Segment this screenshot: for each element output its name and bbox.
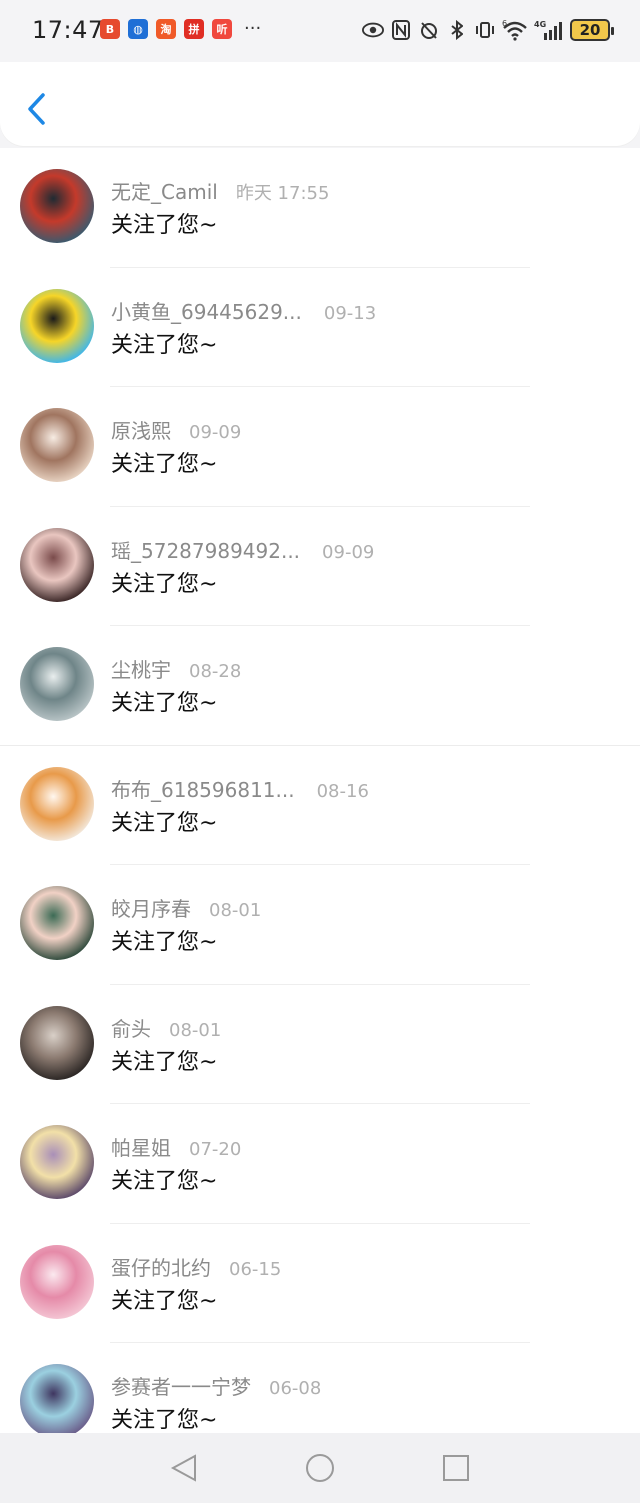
cellular-signal-icon: 4G	[534, 19, 564, 41]
user-name[interactable]: 小黄鱼_69445629...	[111, 296, 302, 325]
chevron-left-icon	[28, 93, 45, 125]
notification-message: 关注了您~	[111, 930, 218, 955]
notification-message: 关注了您~	[111, 691, 218, 716]
notification-message: 关注了您~	[111, 571, 218, 597]
list-item[interactable]: 皎月序春 08-01 关注了您~	[0, 865, 640, 985]
avatar[interactable]	[20, 647, 94, 721]
avatar[interactable]	[20, 288, 94, 363]
timestamp: 09-13	[323, 302, 377, 324]
timestamp: 昨天 17:55	[235, 183, 330, 204]
nav-recents-button[interactable]	[438, 1450, 474, 1486]
square-recents-icon	[443, 1455, 469, 1481]
back-button[interactable]	[18, 86, 54, 132]
app-notification-icon: B	[100, 19, 120, 39]
notification-message: 关注了您~	[111, 332, 218, 358]
user-name[interactable]: 无定_Camil	[111, 176, 218, 205]
name-date-line: 尘桃宇 08-28	[111, 654, 241, 683]
timestamp: 08-01	[209, 900, 262, 921]
battery-indicator: 20	[570, 19, 614, 41]
timestamp: 06-15	[229, 1258, 282, 1280]
user-name[interactable]: 布布_618596811...	[111, 774, 295, 803]
list-item[interactable]: 蛋仔的北约 06-15 关注了您~	[0, 1224, 640, 1343]
app-notification-icon: ◍	[128, 19, 148, 39]
user-name[interactable]: 原浅熙	[111, 415, 171, 444]
name-date-line: 参赛者一一宁梦 06-08	[111, 1371, 321, 1400]
avatar[interactable]	[20, 527, 94, 602]
notification-message: 关注了您~	[111, 810, 218, 836]
timestamp: 06-08	[269, 1378, 322, 1399]
circle-home-icon	[306, 1454, 334, 1482]
svg-text:4G: 4G	[534, 20, 546, 29]
list-item[interactable]: 帕星姐 07-20 关注了您~	[0, 1104, 640, 1224]
notification-message: 关注了您~	[111, 452, 218, 477]
list-item[interactable]: 小黄鱼_69445629... 09-13 关注了您~	[0, 268, 640, 387]
more-notifications-icon: ···	[244, 18, 262, 39]
name-date-line: 皎月序春 08-01	[111, 893, 261, 922]
list-item[interactable]: 瑶_57287989492... 09-09 关注了您~	[0, 507, 640, 626]
notification-message: 关注了您~	[111, 1288, 218, 1314]
user-name[interactable]: 参赛者一一宁梦	[111, 1371, 251, 1400]
notification-message: 关注了您~	[111, 1169, 218, 1194]
name-date-line: 蛋仔的北约 06-15	[111, 1252, 281, 1281]
eye-icon	[362, 19, 384, 41]
name-date-line: 瑶_57287989492... 09-09	[111, 535, 374, 564]
status-time: 17:47	[32, 16, 104, 44]
follower-notification-list: 无定_Camil 昨天 17:55 关注了您~ 小黄鱼_69445629... 09-1…	[0, 148, 640, 1433]
avatar[interactable]	[20, 408, 94, 482]
list-item[interactable]: 无定_Camil 昨天 17:55 关注了您~	[0, 148, 640, 268]
nfc-icon	[390, 19, 412, 41]
wifi-icon: 6	[502, 19, 528, 41]
avatar[interactable]	[20, 886, 94, 960]
avatar[interactable]	[20, 1364, 94, 1433]
avatar[interactable]	[20, 766, 94, 841]
avatar[interactable]	[20, 1125, 94, 1199]
list-item[interactable]: 原浅熙 09-09 关注了您~	[0, 387, 640, 507]
name-date-line: 布布_618596811... 08-16	[111, 774, 369, 803]
app-notification-icon: 淘	[156, 19, 176, 39]
avatar[interactable]	[20, 1005, 94, 1080]
name-date-line: 无定_Camil 昨天 17:55	[111, 176, 329, 205]
notification-message: 关注了您~	[111, 1049, 218, 1075]
avatar[interactable]	[20, 169, 94, 243]
timestamp: 09-09	[189, 422, 242, 443]
vibrate-icon	[474, 19, 496, 41]
timestamp: 08-28	[189, 661, 242, 682]
notification-icons: B ◍ 淘拼听 ···	[100, 19, 261, 39]
svg-text:6: 6	[502, 19, 507, 28]
list-item[interactable]: 俞头 08-01 关注了您~	[0, 985, 640, 1104]
nav-back-button[interactable]	[166, 1450, 202, 1486]
list-item[interactable]: 参赛者一一宁梦 06-08 关注了您~	[0, 1343, 640, 1433]
app-notification-icon: 听	[212, 19, 232, 39]
system-icons: 6 4G 20	[362, 16, 614, 44]
user-name[interactable]: 皎月序春	[111, 893, 191, 922]
battery-level: 20	[579, 21, 601, 39]
bluetooth-icon	[446, 19, 468, 41]
user-name[interactable]: 瑶_57287989492...	[111, 535, 300, 564]
timestamp: 07-20	[189, 1139, 242, 1160]
user-name[interactable]: 俞头	[111, 1013, 151, 1042]
timestamp: 08-16	[316, 780, 369, 802]
nav-home-button[interactable]	[302, 1450, 338, 1486]
alarm-mute-icon	[418, 19, 440, 41]
user-name[interactable]: 尘桃宇	[111, 654, 171, 683]
notification-message: 关注了您~	[111, 1408, 218, 1433]
triangle-back-icon	[170, 1454, 196, 1482]
notification-message: 关注了您~	[111, 213, 218, 238]
avatar[interactable]	[20, 1244, 94, 1319]
system-navigation-bar	[0, 1433, 640, 1503]
list-item[interactable]: 布布_618596811... 08-16 关注了您~	[0, 746, 640, 865]
timestamp: 09-09	[322, 541, 375, 563]
name-date-line: 小黄鱼_69445629... 09-13	[111, 296, 376, 325]
name-date-line: 原浅熙 09-09	[111, 415, 241, 444]
app-notification-icon: 拼	[184, 19, 204, 39]
name-date-line: 帕星姐 07-20	[111, 1132, 241, 1161]
name-date-line: 俞头 08-01	[111, 1013, 221, 1042]
user-name[interactable]: 蛋仔的北约	[111, 1252, 211, 1281]
status-bar: 17:47 B ◍ 淘拼听 ··· 6 4G 20	[0, 0, 640, 62]
user-name[interactable]: 帕星姐	[111, 1132, 171, 1161]
timestamp: 08-01	[169, 1019, 222, 1041]
list-item[interactable]: 尘桃宇 08-28 关注了您~	[0, 626, 640, 746]
